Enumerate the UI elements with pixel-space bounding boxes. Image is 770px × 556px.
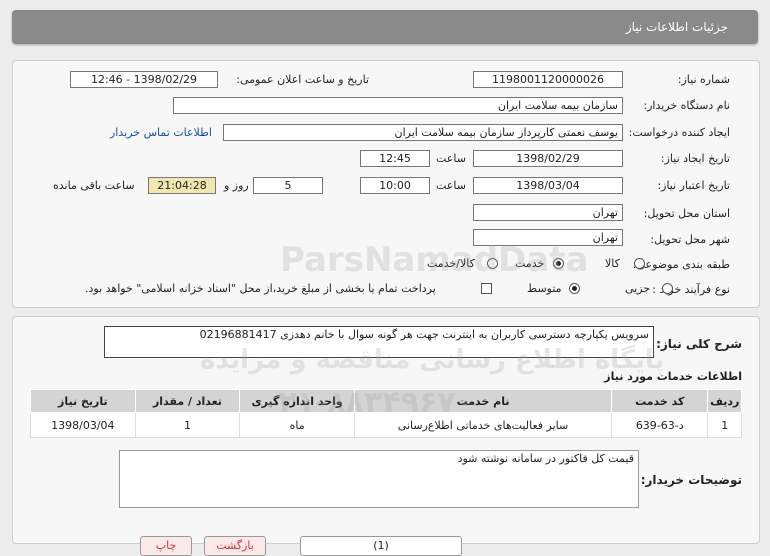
category-option-goods: کالا [605,257,620,270]
treasury-payment-note: پرداخت تمام یا بخشی از مبلغ خرید،از محل … [85,282,436,295]
remaining-label: ساعت باقی مانده [53,179,135,192]
category-option-service: خدمت [515,257,545,270]
created-time-label: ساعت [436,152,466,165]
created-date-label: تاریخ ایجاد نیاز: [660,152,730,165]
buyer-notes-field: قیمت کل فاکتور در سامانه نوشته شود [119,450,639,508]
col-unit: واحد اندازه گیری [239,389,356,413]
treasury-payment-checkbox[interactable] [481,283,492,294]
table-row: 1 د-63-639 سایر فعالیت‌های خدماتی اطلاع‌… [30,412,742,438]
cell-row-number: 1 [707,412,742,438]
created-time-field: 12:45 [360,150,430,167]
category-label: طبقه بندی موضوعی: [632,258,730,271]
city-field: تهران [473,229,623,246]
buyer-notes-label: توضیحات خریدار: [640,473,742,487]
summary-field: سرویس یکپارچه دسترسی کاربران به اینترنت … [104,326,654,358]
validity-date-field: 1398/03/04 [473,177,623,194]
services-table: ردیف کد خدمت نام خدمت واحد اندازه گیری ت… [30,389,742,438]
requester-label: ایجاد کننده درخواست: [628,126,730,139]
remaining-time-field: 21:04:28 [148,177,216,194]
cell-service-name: سایر فعالیت‌های خدماتی اطلاع‌رسانی [354,412,612,438]
city-label: شهر محل تحویل: [650,233,730,246]
cell-service-code: د-63-639 [610,412,709,438]
services-title: اطلاعات خدمات مورد نیاز [604,370,742,383]
cell-need-date: 1398/03/04 [30,412,136,438]
col-quantity: تعداد / مقدار [134,389,241,413]
need-number-label: شماره نیاز: [677,73,730,86]
announce-field: 1398/02/29 - 12:46 [70,71,218,88]
col-need-date: تاریخ نیاز [30,389,136,413]
cell-unit: ماه [239,412,356,438]
process-option-medium: متوسط [527,282,562,295]
summary-label: شرح کلی نیاز: [656,337,742,351]
category-radio-service[interactable] [553,258,564,269]
process-radio-medium[interactable] [569,283,580,294]
province-label: استان محل تحویل: [643,207,730,220]
page-header: جزئیات اطلاعات نیاز [12,10,758,44]
validity-time-label: ساعت [436,179,466,192]
process-option-minor: جزیی [625,282,651,295]
attachments-button[interactable]: (1) [300,536,462,556]
created-date-field: 1398/02/29 [473,150,623,167]
services-header-row: ردیف کد خدمت نام خدمت واحد اندازه گیری ت… [30,389,742,413]
col-row-number: ردیف [707,389,742,413]
validity-date-label: تاریخ اعتبار نیاز: [657,179,730,192]
buyer-org-label: نام دستگاه خریدار: [643,99,730,112]
print-button[interactable]: چاپ [140,536,192,556]
days-label: روز و [224,179,249,192]
days-field: 5 [253,177,323,194]
category-radio-goods[interactable] [634,258,645,269]
col-service-name: نام خدمت [354,389,612,413]
requester-field: یوسف نعمتی کارپرداز سازمان بیمه سلامت ای… [223,124,623,141]
buyer-org-field: سازمان بیمه سلامت ایران [173,97,623,114]
category-option-goods-service: کالا/خدمت [427,257,475,270]
contact-buyer-link[interactable]: اطلاعات تماس خریدار [110,126,212,139]
back-button[interactable]: بازگشت [204,536,266,556]
need-number-field: 1198001120000026 [473,71,623,88]
page-title: جزئیات اطلاعات نیاز [625,20,728,34]
validity-time-field: 10:00 [360,177,430,194]
process-radio-minor[interactable] [662,283,673,294]
province-field: تهران [473,204,623,221]
col-service-code: کد خدمت [610,389,709,413]
cell-quantity: 1 [134,412,241,438]
announce-label: تاریخ و ساعت اعلان عمومی: [236,73,369,86]
category-radio-goods-service[interactable] [487,258,498,269]
